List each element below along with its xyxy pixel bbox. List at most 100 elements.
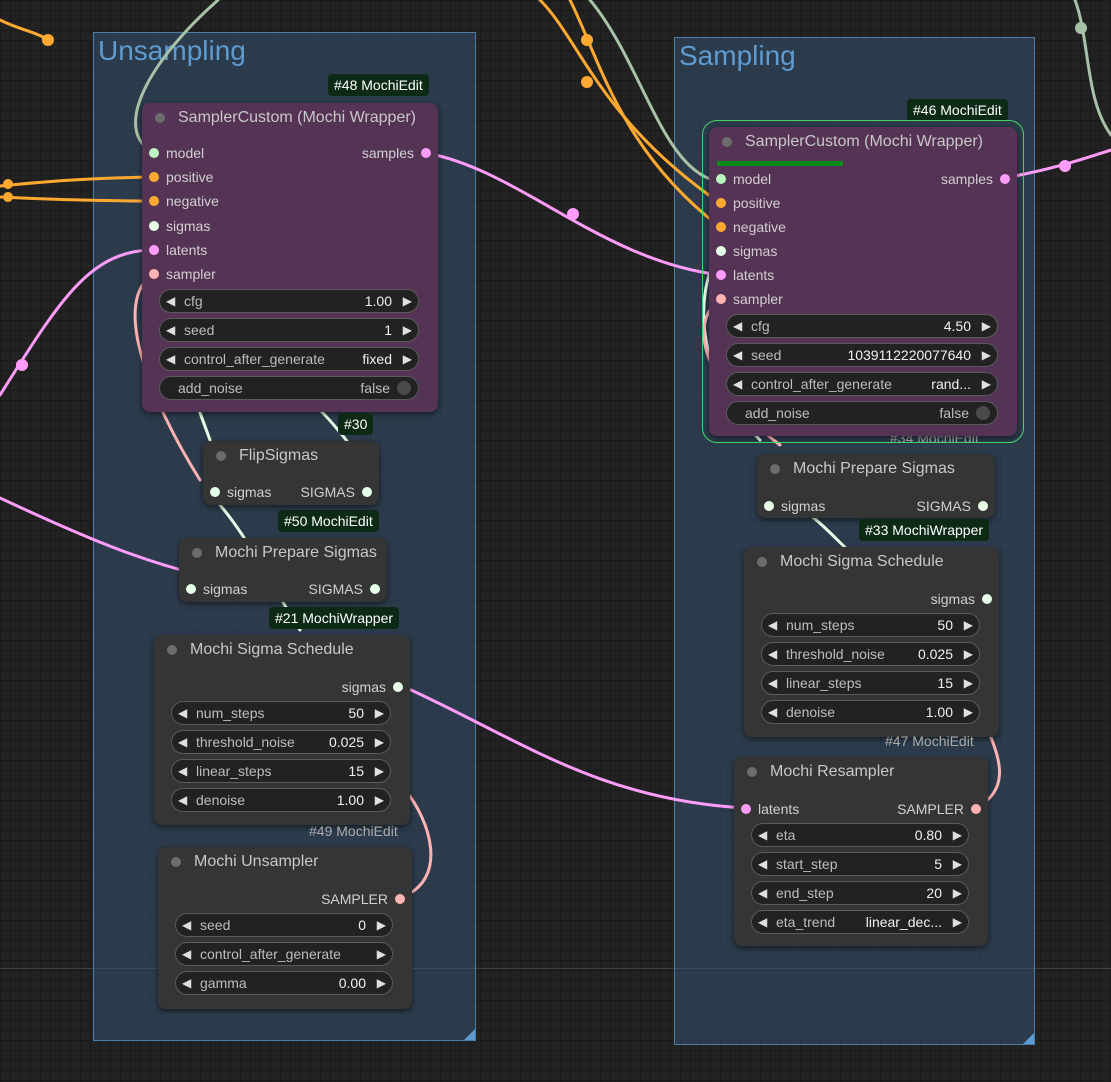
increment-arrow-icon[interactable]: ▶: [953, 882, 962, 904]
node-header[interactable]: Mochi Unsampler: [158, 847, 412, 877]
widget-value[interactable]: 1.00: [337, 789, 364, 811]
input-slot-latents[interactable]: latents: [709, 265, 1017, 285]
widget-value[interactable]: linear_dec...: [866, 911, 942, 933]
widget-value[interactable]: 1.00: [926, 701, 953, 723]
decrement-arrow-icon[interactable]: ◀: [768, 672, 777, 694]
widget-value[interactable]: 0.00: [339, 972, 366, 994]
node-mochi-unsampler[interactable]: Mochi Unsampler SAMPLER ◀ seed 0 ▶ ◀ con…: [158, 847, 412, 1009]
wire-conditioning[interactable]: [0, 18, 47, 40]
decrement-arrow-icon[interactable]: ◀: [768, 701, 777, 723]
decrement-arrow-icon[interactable]: ◀: [178, 731, 187, 753]
decrement-arrow-icon[interactable]: ◀: [733, 373, 742, 395]
widget-add-noise-toggle[interactable]: add_noise false: [159, 376, 419, 400]
decrement-arrow-icon[interactable]: ◀: [166, 290, 175, 312]
widget-cfg[interactable]: ◀ cfg 1.00 ▶: [159, 289, 419, 313]
widget-num-steps[interactable]: ◀ num_steps 50 ▶: [761, 613, 980, 637]
socket-dot-icon[interactable]: [716, 222, 726, 232]
increment-arrow-icon[interactable]: ▶: [375, 760, 384, 782]
slot-row[interactable]: sigmas SIGMAS: [203, 482, 379, 502]
widget-denoise[interactable]: ◀ denoise 1.00 ▶: [761, 700, 980, 724]
socket-dot-icon[interactable]: [978, 501, 988, 511]
input-slot-negative[interactable]: negative: [709, 217, 1017, 237]
socket-dot-icon[interactable]: [764, 501, 774, 511]
socket-dot-icon[interactable]: [716, 270, 726, 280]
increment-arrow-icon[interactable]: ▶: [375, 789, 384, 811]
increment-arrow-icon[interactable]: ▶: [982, 344, 991, 366]
increment-arrow-icon[interactable]: ▶: [964, 643, 973, 665]
decrement-arrow-icon[interactable]: ◀: [182, 914, 191, 936]
widget-seed[interactable]: ◀ seed 0 ▶: [175, 913, 393, 937]
widget-seed[interactable]: ◀ seed 1 ▶: [159, 318, 419, 342]
collapse-dot-icon[interactable]: [770, 464, 780, 474]
widget-linear-steps[interactable]: ◀ linear_steps 15 ▶: [761, 671, 980, 695]
decrement-arrow-icon[interactable]: ◀: [758, 853, 767, 875]
wire-positive[interactable]: [538, 0, 722, 205]
increment-arrow-icon[interactable]: ▶: [982, 373, 991, 395]
increment-arrow-icon[interactable]: ▶: [377, 972, 386, 994]
increment-arrow-icon[interactable]: ▶: [964, 701, 973, 723]
wire-model[interactable]: [588, 0, 712, 181]
socket-dot-icon[interactable]: [716, 294, 726, 304]
decrement-arrow-icon[interactable]: ◀: [733, 315, 742, 337]
socket-dot-icon[interactable]: [362, 487, 372, 497]
widget-start-step[interactable]: ◀ start_step 5 ▶: [751, 852, 969, 876]
decrement-arrow-icon[interactable]: ◀: [758, 911, 767, 933]
collapse-dot-icon[interactable]: [192, 548, 202, 558]
widget-value[interactable]: 15: [937, 672, 953, 694]
widget-eta-trend[interactable]: ◀ eta_trend linear_dec... ▶: [751, 910, 969, 934]
widget-value[interactable]: 1: [384, 319, 392, 341]
increment-arrow-icon[interactable]: ▶: [403, 319, 412, 341]
widget-linear-steps[interactable]: ◀ linear_steps 15 ▶: [171, 759, 391, 783]
collapse-dot-icon[interactable]: [722, 137, 732, 147]
widget-denoise[interactable]: ◀ denoise 1.00 ▶: [171, 788, 391, 812]
increment-arrow-icon[interactable]: ▶: [403, 290, 412, 312]
input-slot-sigmas[interactable]: sigmas: [709, 241, 1017, 261]
node-header[interactable]: Mochi Prepare Sigmas: [179, 538, 387, 568]
socket-dot-icon[interactable]: [149, 269, 159, 279]
node-mochi-prepare-sigmas-sampling[interactable]: Mochi Prepare Sigmas sigmas SIGMAS: [757, 454, 995, 518]
wire-latents[interactable]: [0, 496, 202, 577]
decrement-arrow-icon[interactable]: ◀: [758, 824, 767, 846]
wire-samples-out[interactable]: [1002, 148, 1111, 180]
socket-dot-icon[interactable]: [186, 584, 196, 594]
decrement-arrow-icon[interactable]: ◀: [178, 789, 187, 811]
socket-dot-icon[interactable]: [982, 594, 992, 604]
increment-arrow-icon[interactable]: ▶: [375, 702, 384, 724]
wire-sigmas[interactable]: [409, 688, 747, 810]
decrement-arrow-icon[interactable]: ◀: [166, 319, 175, 341]
widget-control-after-generate[interactable]: ◀ control_after_generate ▶: [175, 942, 393, 966]
input-slot-positive[interactable]: positive: [709, 193, 1017, 213]
socket-dot-icon[interactable]: [149, 172, 159, 182]
increment-arrow-icon[interactable]: ▶: [375, 731, 384, 753]
increment-arrow-icon[interactable]: ▶: [953, 853, 962, 875]
widget-value[interactable]: 1039112220077640: [847, 344, 971, 366]
node-mochi-sigma-schedule-unsampling[interactable]: Mochi Sigma Schedule sigmas ◀ num_steps …: [154, 635, 410, 825]
wire-model[interactable]: [1073, 0, 1111, 137]
widget-add-noise-toggle[interactable]: add_noise false: [726, 401, 998, 425]
slot-row[interactable]: sigmas SIGMAS: [757, 496, 995, 516]
input-slot-negative[interactable]: negative: [142, 191, 438, 211]
toggle-knob-icon[interactable]: [976, 406, 990, 420]
increment-arrow-icon[interactable]: ▶: [964, 614, 973, 636]
input-slot-sampler[interactable]: sampler: [709, 289, 1017, 309]
widget-value[interactable]: 50: [937, 614, 953, 636]
input-slot-positive[interactable]: positive: [142, 167, 438, 187]
collapse-dot-icon[interactable]: [747, 767, 757, 777]
widget-control-after-generate[interactable]: ◀ control_after_generate rand... ▶: [726, 372, 998, 396]
socket-dot-icon[interactable]: [149, 148, 159, 158]
slot-row[interactable]: sigmas SIGMAS: [179, 579, 387, 599]
collapse-dot-icon[interactable]: [216, 451, 226, 461]
widget-num-steps[interactable]: ◀ num_steps 50 ▶: [171, 701, 391, 725]
decrement-arrow-icon[interactable]: ◀: [768, 643, 777, 665]
widget-value[interactable]: 15: [348, 760, 364, 782]
decrement-arrow-icon[interactable]: ◀: [758, 882, 767, 904]
increment-arrow-icon[interactable]: ▶: [953, 911, 962, 933]
widget-cfg[interactable]: ◀ cfg 4.50 ▶: [726, 314, 998, 338]
decrement-arrow-icon[interactable]: ◀: [768, 614, 777, 636]
socket-dot-icon[interactable]: [1000, 174, 1010, 184]
widget-value[interactable]: 4.50: [944, 315, 971, 337]
slot-row[interactable]: latents SAMPLER: [734, 799, 988, 819]
node-header[interactable]: Mochi Sigma Schedule: [154, 635, 410, 665]
decrement-arrow-icon[interactable]: ◀: [182, 972, 191, 994]
socket-dot-icon[interactable]: [716, 198, 726, 208]
